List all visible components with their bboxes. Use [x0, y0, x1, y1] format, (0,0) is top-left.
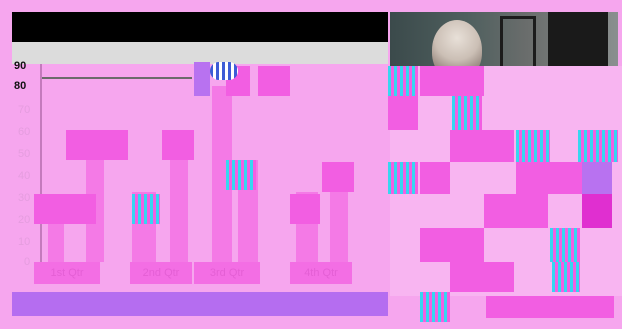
y-axis [40, 64, 42, 264]
artifact-block [34, 194, 96, 224]
artifact-block [420, 162, 450, 194]
y-tick-0: 0 [24, 256, 31, 268]
y-tick-10: 10 [18, 236, 31, 248]
artifact-block [420, 228, 484, 262]
bar-q2-b [162, 130, 194, 160]
artifact-block [388, 96, 418, 130]
horizontal-scrollbar[interactable] [12, 292, 388, 316]
title-bar [12, 12, 388, 42]
artifact-block [450, 262, 514, 292]
y-tick-90: 90 [14, 60, 27, 72]
artifact-block [450, 130, 514, 162]
artifact-block [226, 160, 256, 190]
y-tick-70: 70 [18, 104, 31, 116]
category-label-1: 1st Qtr [34, 262, 100, 284]
slider-thumb-icon[interactable] [210, 62, 238, 80]
y-tick-20: 20 [18, 214, 31, 226]
artifact-block [550, 228, 580, 262]
artifact-block [582, 194, 612, 228]
artifact-block [516, 162, 582, 194]
bar-q1-a [48, 218, 64, 262]
artifact-block [388, 66, 418, 96]
bar-q1-b [66, 130, 128, 160]
category-label-4: 4th Qtr [290, 262, 352, 284]
category-label-3: 3rd Qtr [194, 262, 260, 284]
artifact-block [484, 194, 548, 228]
artifact-block [290, 194, 320, 224]
artifact-block [582, 162, 612, 194]
y-tick-30: 30 [18, 192, 31, 204]
y-tick-60: 60 [18, 126, 31, 138]
artifact-block [194, 62, 210, 96]
bar-q4-c [330, 192, 348, 262]
category-label-2: 2nd Qtr [130, 262, 192, 284]
artifact-block [132, 194, 160, 224]
chart-header-band [12, 42, 388, 64]
y-tick-50: 50 [18, 148, 31, 160]
artifact-block [486, 296, 614, 318]
artifact-block [578, 130, 618, 162]
bar-q2-c [170, 160, 188, 262]
artifact-block [420, 66, 484, 96]
y-tick-40: 40 [18, 170, 31, 182]
artifact-block [388, 162, 418, 194]
artifact-block [516, 130, 550, 162]
artifact-block [258, 66, 290, 96]
artifact-block [552, 262, 580, 292]
app-window: 90 80 70 60 50 40 30 20 10 0 1st Qtr 2nd… [0, 0, 622, 329]
picture-frame-right [548, 12, 608, 74]
gridline-90 [42, 77, 192, 79]
artifact-block [420, 292, 450, 322]
y-tick-80: 80 [14, 80, 27, 92]
artifact-block [452, 96, 482, 130]
bar-q4-b [322, 162, 354, 192]
